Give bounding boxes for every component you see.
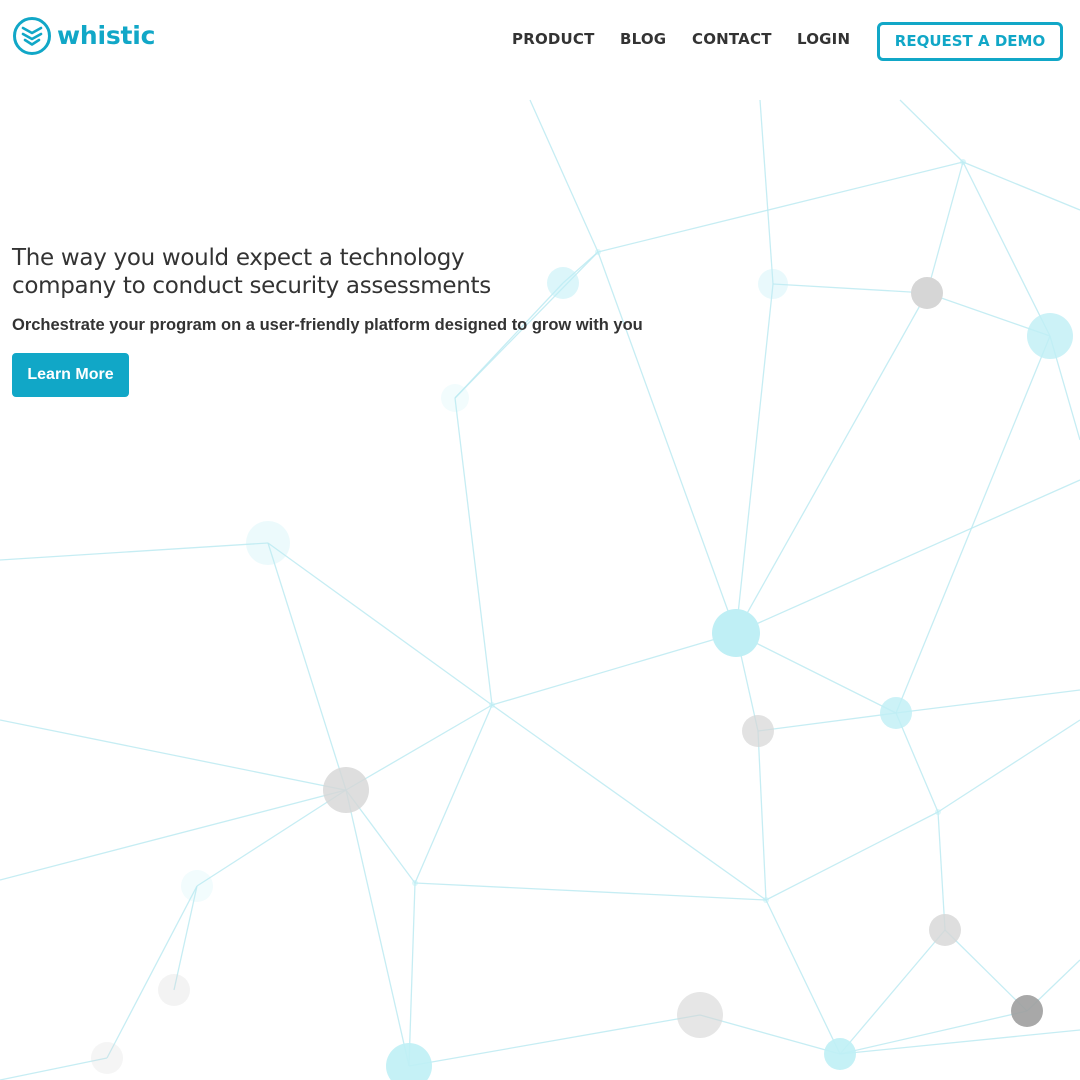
hero-title: The way you would expect a technology co… bbox=[12, 244, 712, 300]
hero-title-line-1: The way you would expect a technology bbox=[12, 245, 465, 271]
network-background bbox=[0, 99, 1080, 1080]
network-edge bbox=[454, 397, 493, 706]
network-edge bbox=[937, 811, 946, 931]
network-node bbox=[712, 609, 760, 657]
network-edge bbox=[408, 1014, 701, 1067]
network-node bbox=[935, 809, 941, 815]
learn-more-button[interactable]: Learn More bbox=[12, 353, 129, 397]
network-edge bbox=[0, 789, 347, 881]
request-demo-button[interactable]: REQUEST A DEMO bbox=[877, 22, 1063, 61]
network-node bbox=[960, 159, 966, 165]
network-node bbox=[181, 870, 213, 902]
nav-link-contact[interactable]: CONTACT bbox=[692, 28, 772, 50]
network-node bbox=[1027, 313, 1073, 359]
network-edge bbox=[895, 712, 939, 813]
network-edge bbox=[839, 929, 946, 1055]
network-node bbox=[412, 880, 418, 886]
network-edge bbox=[757, 730, 767, 901]
network-node bbox=[763, 897, 769, 903]
nav-link-blog[interactable]: BLOG bbox=[620, 28, 666, 50]
network-edge bbox=[735, 292, 928, 634]
network-node bbox=[929, 914, 961, 946]
network-edge bbox=[0, 542, 269, 561]
network-edge bbox=[895, 689, 1080, 714]
network-edge bbox=[414, 882, 767, 901]
network-edge bbox=[0, 719, 346, 791]
network-edge bbox=[759, 99, 774, 285]
network-edge bbox=[899, 99, 964, 163]
network-edge bbox=[0, 1057, 108, 1080]
network-edge bbox=[944, 929, 1028, 1012]
network-node bbox=[677, 992, 723, 1038]
network-edge bbox=[765, 899, 841, 1055]
network-edge bbox=[267, 542, 347, 791]
network-edge bbox=[839, 1010, 1028, 1055]
network-edge bbox=[735, 632, 897, 714]
network-node bbox=[911, 277, 943, 309]
network-edge bbox=[962, 161, 1080, 211]
network-edge bbox=[491, 632, 737, 706]
network-node bbox=[386, 1043, 432, 1080]
network-node bbox=[824, 1038, 856, 1070]
network-node bbox=[246, 521, 290, 565]
network-edge bbox=[196, 789, 347, 887]
network-edge bbox=[529, 99, 599, 253]
network-edge bbox=[735, 283, 774, 634]
nav-link-login[interactable]: LOGIN bbox=[797, 28, 850, 50]
network-node bbox=[758, 269, 788, 299]
network-edge bbox=[408, 882, 416, 1067]
network-edge bbox=[414, 704, 493, 884]
network-edge bbox=[491, 704, 767, 901]
network-node bbox=[323, 767, 369, 813]
network-node bbox=[158, 974, 190, 1006]
network-edge bbox=[895, 335, 1051, 714]
hero-section: The way you would expect a technology co… bbox=[12, 244, 712, 397]
network-edge bbox=[765, 811, 939, 901]
network-node bbox=[880, 697, 912, 729]
network-node bbox=[91, 1042, 123, 1074]
network-edge bbox=[757, 712, 897, 732]
hero-subtitle: Orchestrate your program on a user-frien… bbox=[12, 316, 643, 334]
network-edge bbox=[926, 161, 964, 294]
network-node bbox=[742, 715, 774, 747]
site-header: whistic PRODUCT BLOG CONTACT LOGIN REQUE… bbox=[0, 0, 1080, 76]
network-edge bbox=[345, 704, 493, 791]
network-node bbox=[489, 702, 495, 708]
network-edge bbox=[735, 479, 1080, 634]
network-edge bbox=[267, 542, 493, 706]
network-edge bbox=[106, 885, 198, 1059]
network-edge bbox=[597, 161, 964, 253]
network-edge bbox=[772, 283, 928, 294]
network-edge bbox=[839, 1029, 1080, 1055]
nav-link-product[interactable]: PRODUCT bbox=[512, 28, 595, 50]
network-node bbox=[1011, 995, 1043, 1027]
network-edge bbox=[937, 719, 1080, 813]
hero-title-line-2: company to conduct security assessments bbox=[12, 273, 491, 299]
landing-page: whistic PRODUCT BLOG CONTACT LOGIN REQUE… bbox=[0, 0, 1080, 1080]
